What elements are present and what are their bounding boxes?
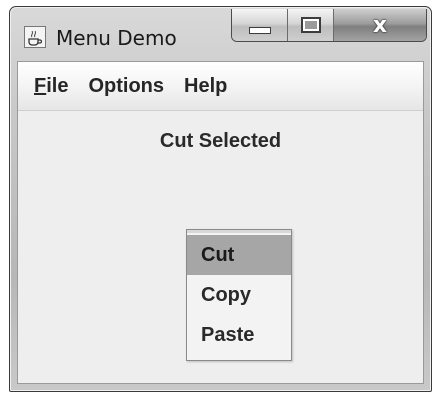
- menu-help[interactable]: Help: [174, 74, 237, 98]
- menu-file-label: ile: [46, 75, 69, 97]
- close-button[interactable]: x: [333, 9, 426, 41]
- maximize-icon: [300, 17, 321, 33]
- popup-item-copy[interactable]: Copy: [187, 275, 291, 315]
- maximize-button[interactable]: [287, 9, 333, 41]
- status-label: Cut Selected: [159, 130, 282, 152]
- minimize-icon: [248, 26, 271, 34]
- minimize-button[interactable]: [232, 9, 287, 41]
- caption-buttons: x: [231, 9, 427, 42]
- close-icon: x: [372, 12, 388, 38]
- window-title: Menu Demo: [56, 26, 177, 50]
- popup-menu: Cut Copy Paste: [186, 229, 292, 361]
- menu-file[interactable]: File: [18, 74, 78, 98]
- popup-item-cut[interactable]: Cut: [187, 235, 291, 275]
- menu-file-mnemonic: F: [34, 75, 47, 97]
- menu-options[interactable]: Options: [78, 74, 174, 98]
- menu-bar: File Options Help: [18, 62, 423, 111]
- popup-item-paste[interactable]: Paste: [187, 315, 291, 355]
- title-bar[interactable]: Menu Demo x: [10, 7, 431, 61]
- app-window: Menu Demo x File Options Help Cut Select…: [9, 6, 432, 392]
- content-pane: File Options Help Cut Selected Cut Copy …: [17, 61, 424, 384]
- java-cup-icon[interactable]: [24, 26, 46, 48]
